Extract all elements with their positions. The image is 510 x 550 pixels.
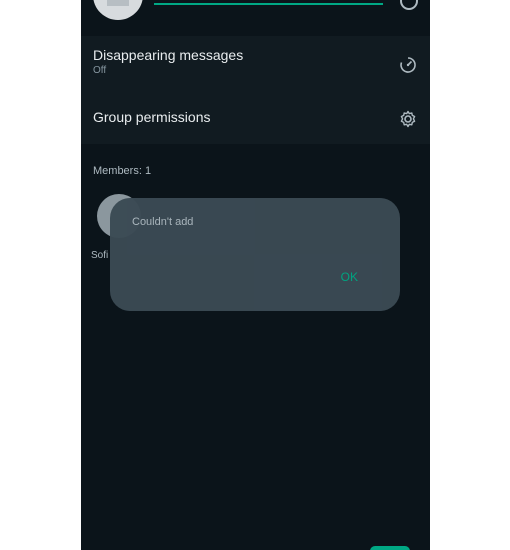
disappearing-messages-title: Disappearing messages — [93, 47, 244, 63]
disappearing-messages-row[interactable]: Disappearing messages Off — [93, 47, 418, 76]
camera-icon — [107, 0, 129, 6]
members-count: Members: 1 — [93, 165, 152, 177]
group-permissions-title: Group permissions — [93, 109, 211, 125]
fab-button[interactable] — [370, 546, 410, 550]
member-name: Sofi — [91, 250, 109, 261]
emoji-icon[interactable] — [400, 0, 418, 10]
ok-button[interactable]: OK — [341, 270, 358, 284]
gear-icon — [400, 110, 416, 128]
timer-icon — [400, 57, 416, 73]
disappearing-messages-value: Off — [93, 65, 107, 76]
settings-section: Disappearing messages Off Group permissi… — [81, 36, 430, 144]
error-dialog: Couldn't add OK — [110, 198, 400, 311]
group-permissions-row[interactable]: Group permissions — [93, 109, 418, 128]
group-name-input-underline — [154, 3, 383, 5]
dialog-message: Couldn't add — [132, 216, 194, 228]
group-avatar[interactable] — [93, 0, 143, 20]
